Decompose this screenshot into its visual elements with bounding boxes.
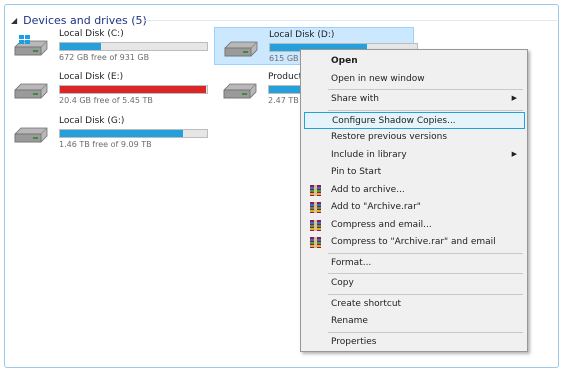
- winrar-icon: [310, 237, 321, 248]
- drive-tile[interactable]: Local Disk (G:) 1.46 TB free of 9.09 TB: [5, 114, 208, 152]
- menu-item-share-with[interactable]: Share with ▶: [304, 91, 525, 108]
- drive-usage-bar: [59, 129, 208, 138]
- drive-tile[interactable]: Local Disk (E:) 20.4 GB free of 5.45 TB: [5, 70, 208, 108]
- menu-item-label: Pin to Start: [331, 167, 382, 177]
- windows-drive-icon: [13, 35, 49, 59]
- hard-drive-icon: [222, 78, 258, 102]
- group-divider: [145, 20, 557, 21]
- drive-name: Local Disk (C:): [59, 29, 124, 39]
- drive-usage-fill: [60, 130, 184, 137]
- menu-item-label: Add to archive...: [331, 184, 405, 195]
- context-menu: Open Open in new window Share with ▶ Configu…: [300, 49, 528, 352]
- menu-item-label: Create shortcut: [331, 298, 402, 309]
- group-title: Devices and drives (5): [23, 13, 147, 27]
- menu-item-label: Configure Shadow Copies...: [332, 115, 456, 126]
- drive-usage-bar: [59, 42, 208, 51]
- drive-free-space: 20.4 GB free of 5.45 TB: [59, 96, 153, 105]
- menu-item-rename[interactable]: Rename: [304, 313, 525, 330]
- menu-item-open-in-new-window[interactable]: Open in new window: [304, 71, 525, 88]
- winrar-icon: [310, 184, 321, 196]
- menu-separator: [328, 273, 523, 274]
- menu-item-restore-previous-versions[interactable]: Restore previous versions: [304, 129, 525, 146]
- menu-item-label: Compress to "Archive.rar" and email: [331, 237, 496, 247]
- drive-name: Local Disk (E:): [59, 72, 124, 82]
- menu-item-label: Add to "Archive.rar": [331, 202, 421, 212]
- menu-item-copy[interactable]: Copy: [304, 275, 525, 292]
- drive-free-space: 1.46 TB free of 9.09 TB: [59, 140, 152, 149]
- menu-item-compress-and-email[interactable]: Compress and email...: [304, 217, 525, 234]
- menu-item-format[interactable]: Format...: [304, 255, 525, 272]
- drive-usage-fill: [60, 86, 206, 93]
- drive-tile[interactable]: Local Disk (C:) 672 GB free of 931 GB: [5, 27, 208, 65]
- menu-item-label: Compress and email...: [331, 219, 432, 230]
- drive-name: Local Disk (D:): [269, 30, 335, 40]
- drive-name: Local Disk (G:): [59, 116, 125, 126]
- menu-item-include-in-library[interactable]: Include in library ▶: [304, 147, 525, 164]
- menu-item-label: Properties: [331, 336, 377, 347]
- menu-item-add-to-archive-rar[interactable]: Add to "Archive.rar": [304, 199, 525, 216]
- drive-usage-fill: [60, 43, 102, 50]
- hard-drive-icon: [13, 78, 49, 102]
- menu-item-add-to-archive[interactable]: Add to archive...: [304, 182, 525, 199]
- menu-item-label: Include in library: [331, 149, 407, 160]
- hard-drive-icon: [223, 36, 259, 60]
- menu-item-create-shortcut[interactable]: Create shortcut: [304, 296, 525, 313]
- submenu-arrow-icon: ▶: [511, 149, 517, 158]
- menu-item-label: Share with: [331, 94, 379, 104]
- menu-item-configure-shadow-copies[interactable]: Configure Shadow Copies...: [304, 111, 525, 129]
- hard-drive-icon: [13, 122, 49, 146]
- menu-item-open[interactable]: Open: [304, 53, 525, 70]
- drive-free-space: 672 GB free of 931 GB: [59, 53, 150, 62]
- menu-item-pin-to-start[interactable]: Pin to Start: [304, 164, 525, 181]
- menu-item-label: Restore previous versions: [331, 132, 448, 142]
- menu-item-label: Open: [331, 56, 358, 66]
- winrar-icon: [310, 219, 321, 231]
- menu-separator: [328, 331, 523, 333]
- menu-item-label: Copy: [331, 278, 354, 288]
- menu-separator: [328, 293, 523, 295]
- menu-item-properties[interactable]: Properties: [304, 334, 525, 351]
- menu-item-label: Rename: [331, 316, 368, 326]
- menu-item-compress-to-archive-rar-and-email[interactable]: Compress to "Archive.rar" and email: [304, 234, 525, 251]
- menu-separator: [328, 89, 523, 90]
- submenu-arrow-icon: ▶: [511, 94, 517, 102]
- winrar-icon: [310, 202, 321, 213]
- menu-item-label: Format...: [331, 257, 372, 268]
- menu-separator: [328, 252, 523, 254]
- drive-usage-bar: [59, 85, 208, 94]
- menu-item-label: Open in new window: [331, 73, 425, 84]
- menu-separator: [328, 109, 523, 111]
- collapse-triangle-icon[interactable]: ◢: [11, 16, 17, 25]
